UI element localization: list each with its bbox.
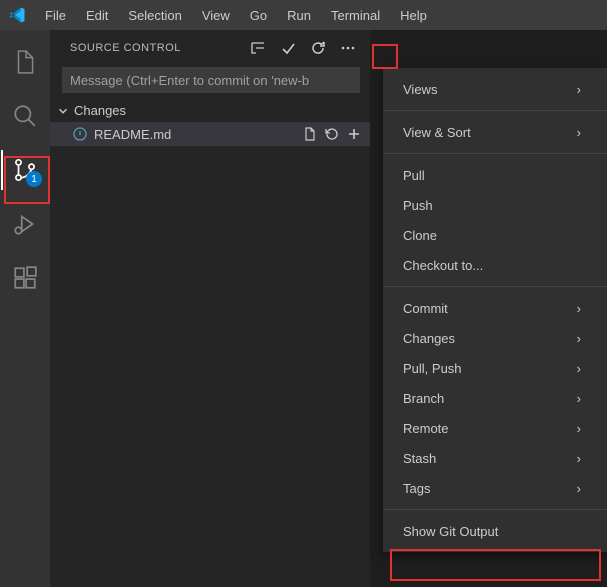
- extensions-icon: [12, 265, 38, 291]
- ctx-label: Changes: [403, 331, 455, 346]
- chevron-right-icon: ›: [577, 125, 581, 140]
- discard-changes-icon[interactable]: [324, 126, 340, 142]
- chevron-right-icon: ›: [577, 481, 581, 496]
- open-file-icon[interactable]: [302, 126, 318, 142]
- chevron-right-icon: ›: [577, 301, 581, 316]
- menu-selection[interactable]: Selection: [119, 4, 190, 27]
- activity-extensions[interactable]: [1, 258, 49, 298]
- menu-help[interactable]: Help: [391, 4, 436, 27]
- changes-label: Changes: [74, 103, 126, 118]
- debug-icon: [12, 211, 38, 237]
- chevron-right-icon: ›: [577, 82, 581, 97]
- files-icon: [12, 49, 38, 75]
- commit-icon[interactable]: [278, 38, 298, 58]
- commit-message-input[interactable]: [70, 73, 352, 88]
- activity-search[interactable]: [1, 96, 49, 136]
- main-menu: File Edit Selection View Go Run Terminal…: [36, 4, 436, 27]
- ctx-label: Pull: [403, 168, 425, 183]
- scm-more-actions-menu: Views › View & Sort › Pull Push Clone Chec…: [383, 68, 607, 552]
- stage-changes-icon[interactable]: [346, 126, 362, 142]
- file-row-actions: [302, 126, 362, 142]
- ctx-label: Tags: [403, 481, 430, 496]
- separator: [383, 153, 607, 154]
- menu-terminal[interactable]: Terminal: [322, 4, 389, 27]
- ctx-pull-push[interactable]: Pull, Push ›: [383, 353, 607, 383]
- ctx-label: Stash: [403, 451, 436, 466]
- chevron-right-icon: ›: [577, 451, 581, 466]
- search-icon: [12, 103, 38, 129]
- ctx-push[interactable]: Push: [383, 190, 607, 220]
- highlight-more-actions: [372, 44, 398, 69]
- activity-source-control[interactable]: 1: [1, 150, 49, 190]
- ctx-label: Views: [403, 82, 437, 97]
- chevron-down-icon: [56, 104, 70, 118]
- panel-title: SOURCE CONTROL: [70, 42, 181, 54]
- menu-go[interactable]: Go: [241, 4, 276, 27]
- ctx-view-sort[interactable]: View & Sort ›: [383, 117, 607, 147]
- chevron-right-icon: ›: [577, 421, 581, 436]
- ctx-label: View & Sort: [403, 125, 471, 140]
- activity-explorer[interactable]: [1, 42, 49, 82]
- panel-actions: [248, 38, 358, 58]
- ctx-changes[interactable]: Changes ›: [383, 323, 607, 353]
- ctx-commit[interactable]: Commit ›: [383, 293, 607, 323]
- ctx-stash[interactable]: Stash ›: [383, 443, 607, 473]
- ctx-label: Pull, Push: [403, 361, 462, 376]
- ctx-label: Push: [403, 198, 433, 213]
- ctx-show-git-output[interactable]: Show Git Output: [383, 516, 607, 546]
- ctx-pull[interactable]: Pull: [383, 160, 607, 190]
- view-as-tree-icon[interactable]: [248, 38, 268, 58]
- ctx-label: Commit: [403, 301, 448, 316]
- file-name: README.md: [94, 127, 302, 142]
- ctx-label: Clone: [403, 228, 437, 243]
- menu-view[interactable]: View: [193, 4, 239, 27]
- ctx-tags[interactable]: Tags ›: [383, 473, 607, 503]
- title-bar: File Edit Selection View Go Run Terminal…: [0, 0, 607, 30]
- highlight-show-git-output: [390, 549, 601, 581]
- commit-message-box[interactable]: [62, 67, 360, 93]
- chevron-right-icon: ›: [577, 331, 581, 346]
- ctx-branch[interactable]: Branch ›: [383, 383, 607, 413]
- refresh-icon[interactable]: [308, 38, 328, 58]
- vscode-logo-icon: [8, 6, 26, 24]
- changes-header[interactable]: Changes: [50, 101, 370, 122]
- activity-bar: 1: [0, 30, 50, 587]
- chevron-right-icon: ›: [577, 361, 581, 376]
- ctx-label: Checkout to...: [403, 258, 483, 273]
- ctx-clone[interactable]: Clone: [383, 220, 607, 250]
- activity-run-debug[interactable]: [1, 204, 49, 244]
- ctx-label: Show Git Output: [403, 524, 498, 539]
- modified-file-icon: [72, 126, 88, 142]
- source-control-panel: SOURCE CONTROL Changes README.: [50, 30, 370, 587]
- ctx-label: Branch: [403, 391, 444, 406]
- changed-file-row[interactable]: README.md: [50, 122, 370, 146]
- more-actions-icon[interactable]: [338, 38, 358, 58]
- ctx-remote[interactable]: Remote ›: [383, 413, 607, 443]
- ctx-label: Remote: [403, 421, 449, 436]
- chevron-right-icon: ›: [577, 391, 581, 406]
- separator: [383, 286, 607, 287]
- separator: [383, 509, 607, 510]
- menu-edit[interactable]: Edit: [77, 4, 117, 27]
- ctx-views[interactable]: Views ›: [383, 74, 607, 104]
- ctx-checkout[interactable]: Checkout to...: [383, 250, 607, 280]
- panel-header: SOURCE CONTROL: [50, 30, 370, 65]
- menu-file[interactable]: File: [36, 4, 75, 27]
- menu-run[interactable]: Run: [278, 4, 320, 27]
- scm-badge: 1: [26, 171, 42, 187]
- separator: [383, 110, 607, 111]
